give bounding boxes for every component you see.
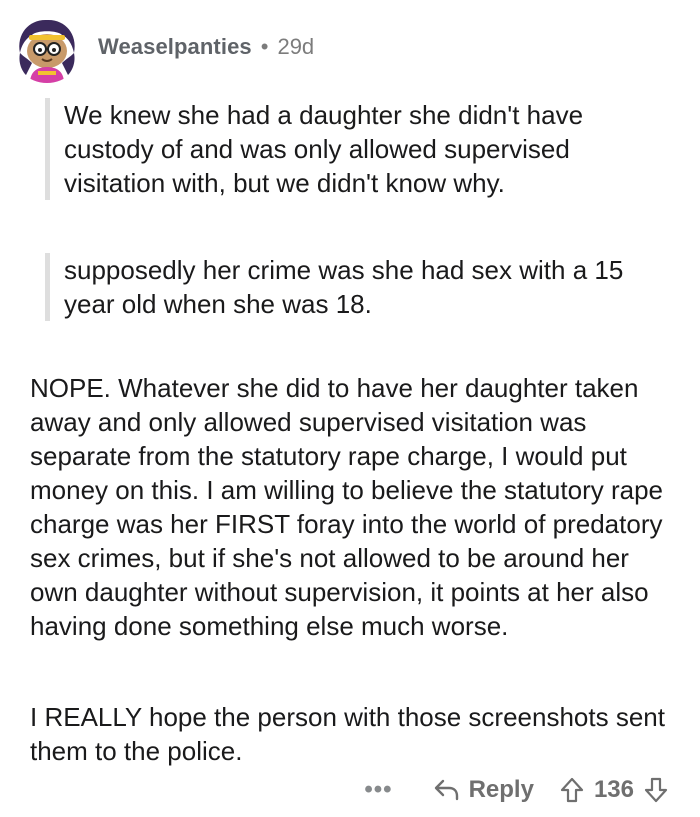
upvote-arrow-icon[interactable] bbox=[560, 777, 584, 803]
comment: Weaselpanties • 29d We knew she had a da… bbox=[0, 0, 700, 817]
vote-score: 136 bbox=[593, 776, 634, 803]
downvote-arrow-icon[interactable] bbox=[644, 777, 668, 803]
reply-arrow-icon bbox=[433, 778, 461, 802]
comment-meta: Weaselpanties • 29d bbox=[98, 34, 314, 60]
comment-actions: ••• Reply 136 bbox=[364, 770, 668, 810]
comment-header: Weaselpanties • 29d bbox=[12, 12, 314, 84]
snoo-avatar-icon bbox=[12, 13, 82, 83]
comment-age: 29d bbox=[277, 34, 315, 59]
reply-label: Reply bbox=[468, 776, 534, 803]
blockquote-1: We knew she had a daughter she didn't ha… bbox=[45, 98, 674, 200]
vote-controls: 136 bbox=[560, 776, 668, 804]
meta-separator: • bbox=[260, 34, 269, 59]
avatar[interactable] bbox=[12, 13, 82, 83]
comment-body-paragraph-1: NOPE. Whatever she did to have her daugh… bbox=[30, 373, 663, 641]
reply-button[interactable]: Reply bbox=[433, 776, 534, 804]
username-link[interactable]: Weaselpanties bbox=[98, 34, 252, 60]
comment-body-paragraph-2: I REALLY hope the person with those scre… bbox=[30, 702, 665, 766]
more-options-button[interactable]: ••• bbox=[364, 776, 392, 804]
blockquote-2: supposedly her crime was she had sex wit… bbox=[45, 253, 674, 321]
